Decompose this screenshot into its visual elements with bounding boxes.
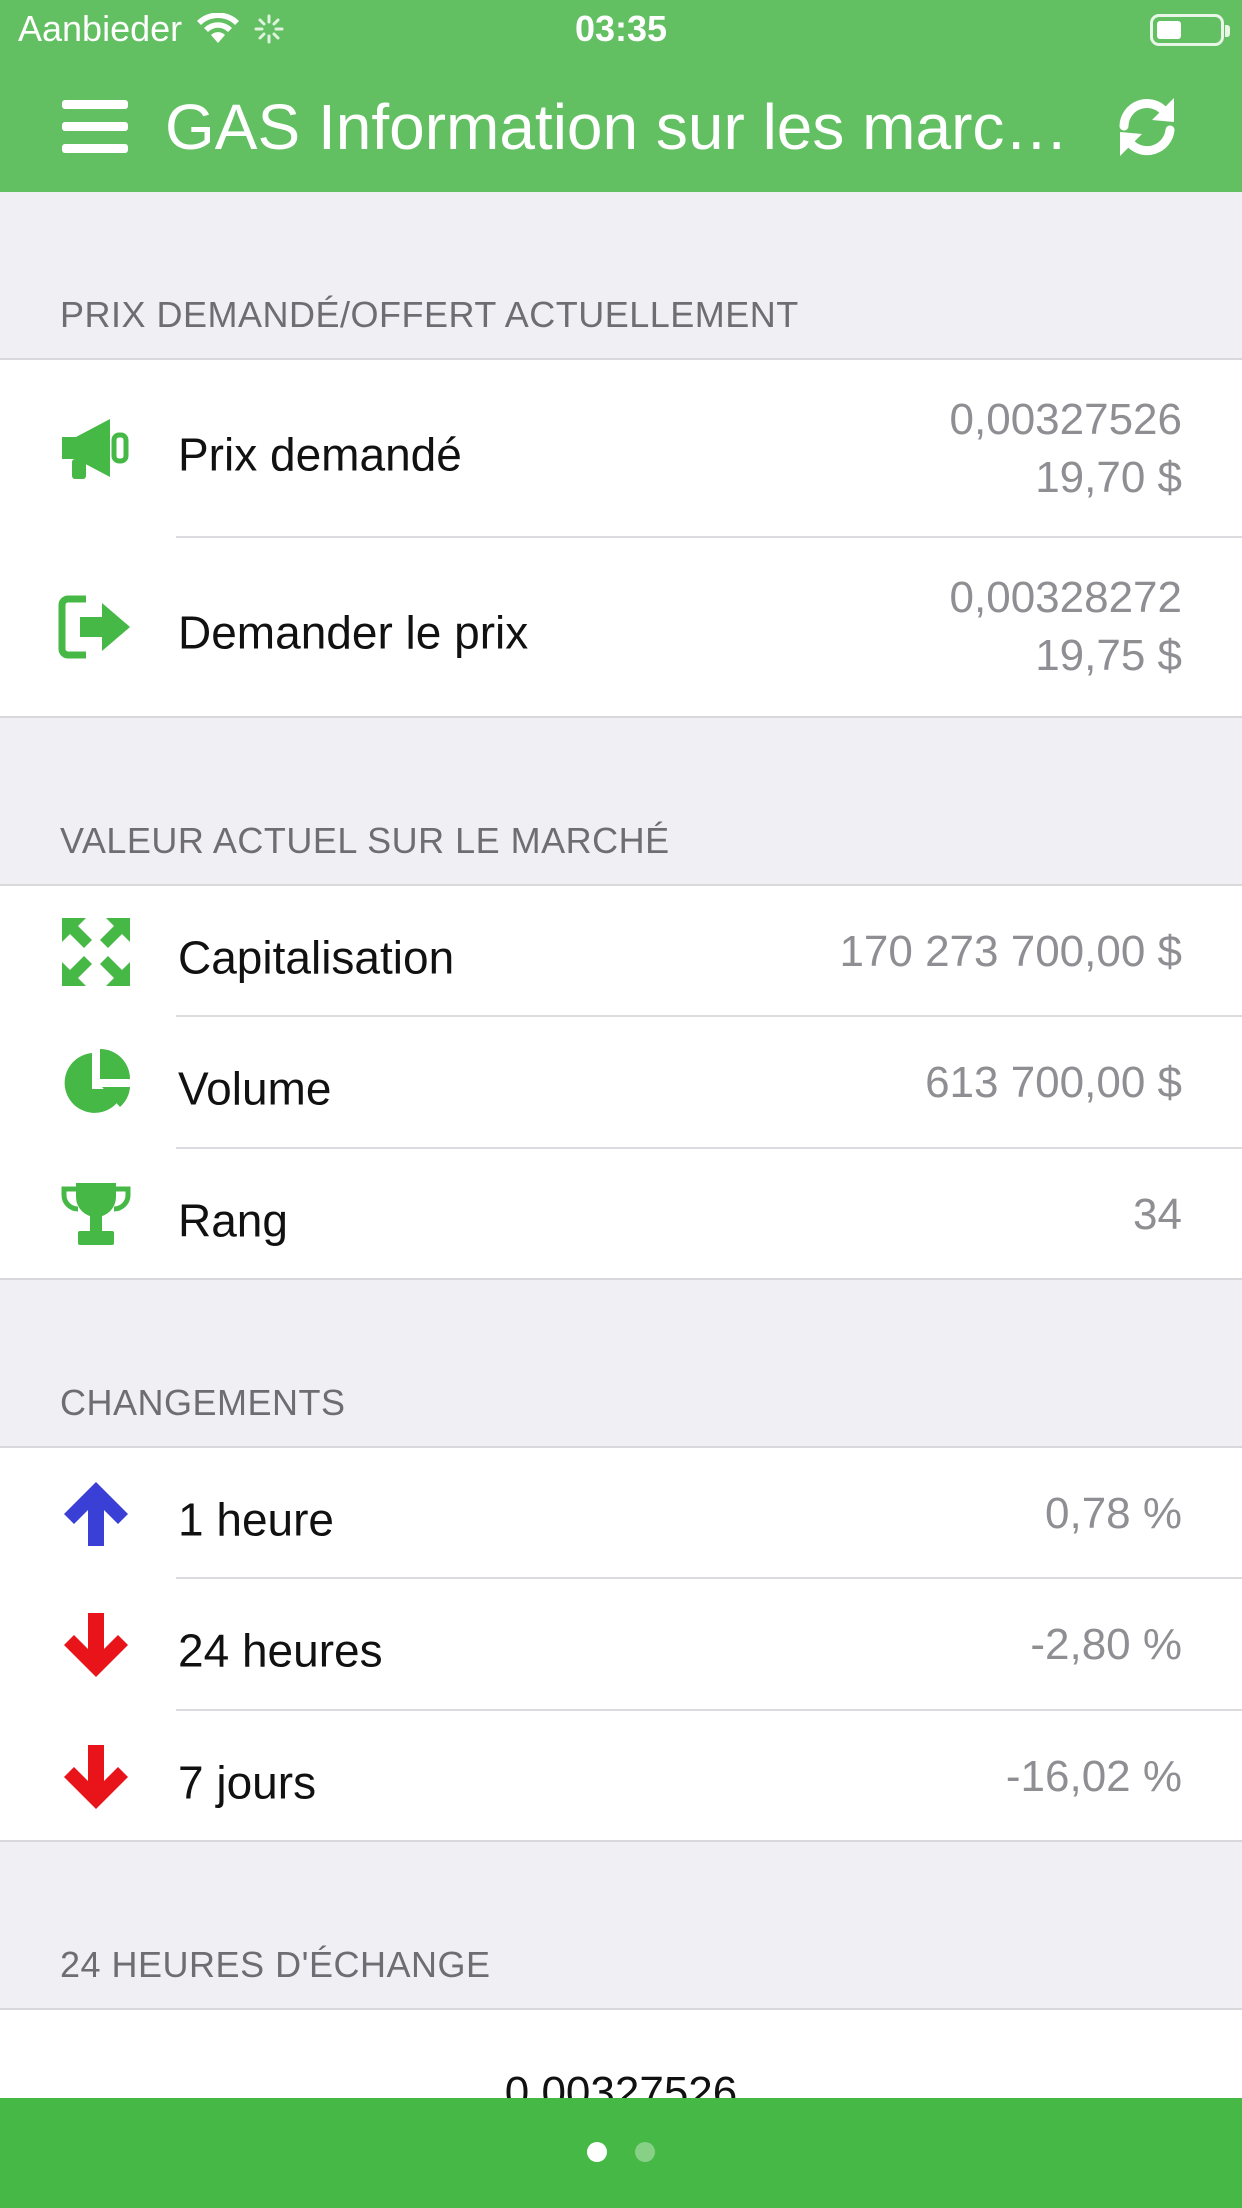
arrow-down-icon <box>58 1739 134 1815</box>
bottom-bar <box>0 2098 1242 2208</box>
section-header-changes: CHANGEMENTS <box>0 1280 1242 1448</box>
row-label: Capitalisation <box>178 930 455 983</box>
row-value: 613 700,00 $ <box>925 1058 1182 1107</box>
trophy-icon <box>58 1177 134 1253</box>
section-title: 24 HEURES D'ÉCHANGE <box>60 1944 491 1985</box>
row-value: -2,80 % <box>1030 1620 1182 1669</box>
list-item[interactable]: Rang 34 <box>0 1149 1242 1280</box>
row-value-fiat: 19,75 $ <box>1035 631 1182 680</box>
list-item[interactable]: 24 heures -2,80 % <box>0 1579 1242 1711</box>
row-value: -16,02 % <box>1005 1751 1182 1801</box>
arrow-down-icon <box>58 1607 134 1683</box>
row-label: Volume <box>178 1062 332 1115</box>
row-label: 24 heures <box>178 1624 383 1677</box>
nav-bar: GAS Information sur les marc… <box>0 62 1242 192</box>
refresh-icon <box>1119 98 1175 156</box>
section-header-bid-ask: PRIX DEMANDÉ/OFFERT ACTUELLEMENT <box>0 192 1242 360</box>
list-item[interactable]: 1 heure 0,78 % <box>0 1448 1242 1579</box>
sign-out-icon <box>58 589 134 665</box>
row-label: Demander le prix <box>178 606 529 659</box>
page-indicator[interactable] <box>0 2142 1242 2162</box>
row-value: 0,00327526 19,70 $ <box>950 391 1182 507</box>
row-value: 170 273 700,00 $ <box>839 926 1182 976</box>
row-label: 1 heure <box>178 1492 335 1545</box>
expand-icon <box>58 914 134 990</box>
row-value-fiat: 19,70 $ <box>1035 453 1182 502</box>
row-value-crypto: 0,00327526 <box>949 395 1182 444</box>
changes-group: 1 heure 0,78 % 24 heures -2,80 % 7 jours… <box>0 1448 1242 1842</box>
page-dot-active[interactable] <box>587 2142 607 2162</box>
row-value-crypto: 0,00328272 <box>949 573 1182 622</box>
status-bar: Aanbieder 03:35 <box>0 0 1242 62</box>
section-title: PRIX DEMANDÉ/OFFERT ACTUELLEMENT <box>60 294 799 335</box>
section-title: CHANGEMENTS <box>60 1382 346 1423</box>
market-group: Capitalisation 170 273 700,00 $ Volume 6… <box>0 886 1242 1280</box>
row-label: Rang <box>178 1193 288 1246</box>
list-item[interactable]: 7 jours -16,02 % <box>0 1711 1242 1842</box>
battery-icon <box>1150 14 1230 46</box>
pie-chart-icon <box>58 1045 134 1121</box>
top-bar: Aanbieder 03:35 GAS Information sur les … <box>0 0 1242 192</box>
section-header-market: VALEUR ACTUEL SUR LE MARCHÉ <box>0 718 1242 886</box>
bid-ask-group: Prix demandé 0,00327526 19,70 $ Demander… <box>0 360 1242 718</box>
list-item[interactable]: Demander le prix 0,00328272 19,75 $ <box>0 538 1242 716</box>
section-header-exchange: 24 HEURES D'ÉCHANGE <box>0 1842 1242 2010</box>
megaphone-icon <box>58 411 134 487</box>
list-item[interactable]: Prix demandé 0,00327526 19,70 $ <box>0 360 1242 538</box>
row-value: 0,00328272 19,75 $ <box>950 569 1182 685</box>
list-item[interactable]: Volume 613 700,00 $ <box>0 1017 1242 1149</box>
arrow-up-icon <box>58 1476 134 1552</box>
row-label: 7 jours <box>178 1755 317 1808</box>
page-dot[interactable] <box>635 2142 655 2162</box>
list-item[interactable]: Capitalisation 170 273 700,00 $ <box>0 886 1242 1017</box>
menu-button[interactable] <box>62 100 128 154</box>
section-title: VALEUR ACTUEL SUR LE MARCHÉ <box>60 820 670 861</box>
page-title: GAS Information sur les marc… <box>165 91 1069 163</box>
refresh-button[interactable] <box>1112 92 1182 162</box>
row-value: 0,78 % <box>1045 1488 1182 1538</box>
hamburger-icon <box>62 100 128 109</box>
status-time: 03:35 <box>574 8 668 49</box>
row-value: 34 <box>1133 1189 1182 1239</box>
row-label: Prix demandé <box>178 428 462 481</box>
